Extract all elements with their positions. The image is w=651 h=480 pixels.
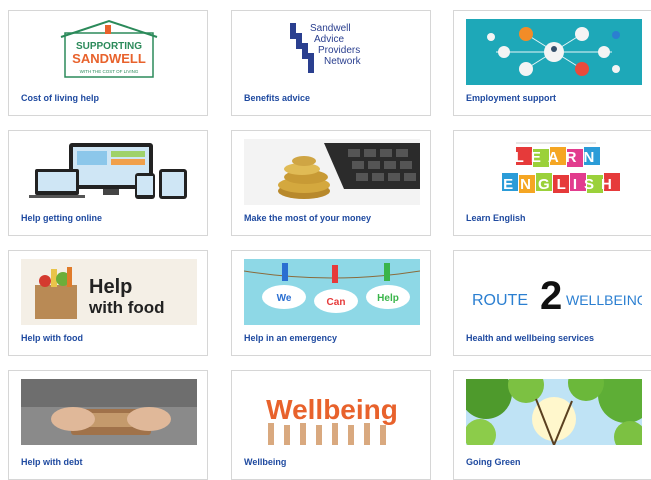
card-wellbeing[interactable]: Wellbeing Wellbeing — [231, 370, 431, 480]
card-label[interactable]: Help getting online — [21, 213, 102, 223]
sapn-logo: Sandwell Advice Providers Network — [244, 19, 420, 85]
card-benefits-advice[interactable]: Sandwell Advice Providers Network Benefi… — [231, 10, 431, 116]
svg-text:with food: with food — [88, 298, 165, 317]
card-label[interactable]: Cost of living help — [21, 93, 99, 103]
svg-text:Wellbeing: Wellbeing — [266, 394, 398, 425]
card-money[interactable]: Make the most of your money — [231, 130, 431, 236]
card-going-green[interactable]: Going Green — [453, 370, 651, 480]
card-employment-support[interactable]: Employment support — [453, 10, 651, 116]
card-label[interactable]: Health and wellbeing services — [466, 333, 594, 343]
learn-english-graphic: LEARN ENGLISH — [466, 139, 642, 205]
svg-text:Help: Help — [89, 276, 132, 298]
card-cost-of-living[interactable]: SUPPORTING SANDWELL WITH THE COST OF LIV… — [8, 10, 208, 116]
devices-illustration — [21, 139, 197, 205]
card-label[interactable]: Make the most of your money — [244, 213, 371, 223]
card-label[interactable]: Going Green — [466, 457, 521, 467]
card-help-with-food[interactable]: Help with food Help with food — [8, 250, 208, 356]
card-label[interactable]: Learn English — [466, 213, 526, 223]
svg-text:Advice: Advice — [314, 34, 344, 45]
svg-text:WITH THE COST OF LIVING: WITH THE COST OF LIVING — [80, 69, 139, 74]
svg-text:We: We — [277, 293, 292, 304]
card-label[interactable]: Help with debt — [21, 457, 83, 467]
svg-text:SANDWELL: SANDWELL — [72, 51, 146, 66]
card-health-wellbeing[interactable]: ROUTE 2 WELLBEING Health and wellbeing s… — [453, 250, 651, 356]
card-help-emergency[interactable]: We Can Help Help in an emergency — [231, 250, 431, 356]
card-label[interactable]: Benefits advice — [244, 93, 310, 103]
trees-photo — [466, 379, 642, 445]
card-label[interactable]: Wellbeing — [244, 457, 286, 467]
card-label[interactable]: Help with food — [21, 333, 83, 343]
svg-text:2: 2 — [540, 274, 562, 318]
we-can-help-graphic: We Can Help — [244, 259, 420, 325]
svg-text:Can: Can — [327, 297, 346, 308]
svg-text:Sandwell: Sandwell — [310, 23, 351, 34]
card-help-getting-online[interactable]: Help getting online — [8, 130, 208, 236]
svg-text:Network: Network — [324, 56, 362, 67]
svg-text:ROUTE: ROUTE — [472, 292, 528, 309]
route2wellbeing-logo: ROUTE 2 WELLBEING — [466, 259, 642, 325]
supporting-sandwell-logo: SUPPORTING SANDWELL WITH THE COST OF LIV… — [21, 19, 197, 85]
card-learn-english[interactable]: LEARN ENGLISH Learn English — [453, 130, 651, 236]
hands-wallet-photo — [21, 379, 197, 445]
card-help-with-debt[interactable]: Help with debt — [8, 370, 208, 480]
card-label[interactable]: Help in an emergency — [244, 333, 337, 343]
people-network-graphic — [466, 19, 642, 85]
wellbeing-letters-graphic: Wellbeing — [244, 379, 420, 445]
svg-text:LEARN: LEARN — [515, 149, 602, 166]
svg-text:ENGLISH: ENGLISH — [503, 176, 619, 193]
svg-text:WELLBEING: WELLBEING — [566, 292, 642, 308]
svg-text:Providers: Providers — [318, 45, 360, 56]
svg-text:Help: Help — [377, 293, 399, 304]
help-with-food-graphic: Help with food — [21, 259, 197, 325]
coins-calculator-photo — [244, 139, 420, 205]
card-label[interactable]: Employment support — [466, 93, 556, 103]
